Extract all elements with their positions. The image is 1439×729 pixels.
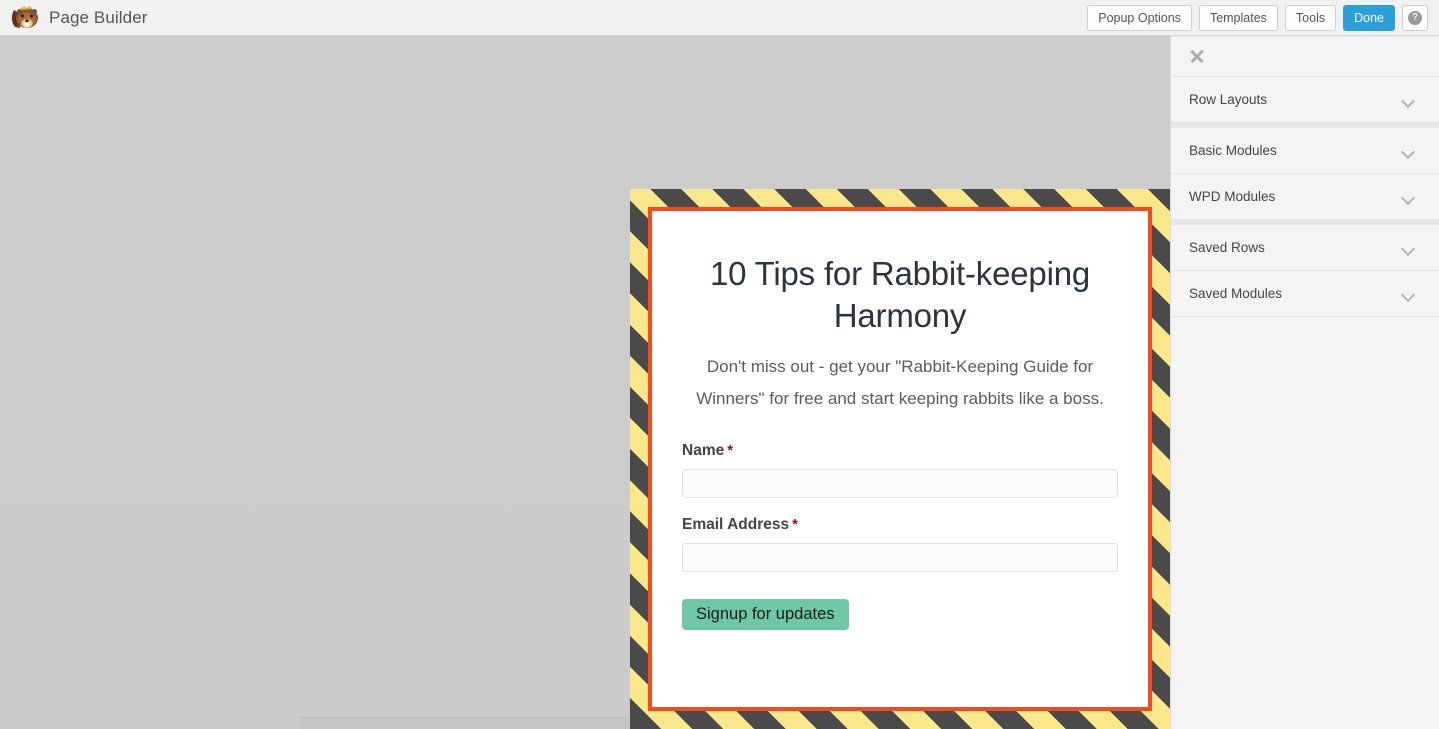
- chevron-down-icon: [1402, 96, 1415, 104]
- tools-button[interactable]: Tools: [1284, 4, 1337, 31]
- sidebar-item-label: Basic Modules: [1189, 143, 1277, 158]
- chevron-down-icon: [1402, 193, 1415, 201]
- email-field-group: Email Address *: [682, 516, 1118, 572]
- sidebar-item-label: Row Layouts: [1189, 92, 1268, 107]
- panel-group-modules: Basic Modules WPD Modules: [1171, 128, 1439, 225]
- panel-group-layouts: Row Layouts: [1171, 77, 1439, 128]
- sidebar-item-label: WPD Modules: [1189, 189, 1276, 204]
- popup-module[interactable]: 10 Tips for Rabbit-keeping Harmony Don't…: [630, 189, 1170, 729]
- name-label-text: Name: [682, 442, 725, 459]
- sidebar-item-saved-modules[interactable]: Saved Modules: [1171, 271, 1439, 317]
- sidebar-item-wpd-modules[interactable]: WPD Modules: [1171, 174, 1439, 220]
- panel-header: [1171, 36, 1439, 77]
- popup-heading: 10 Tips for Rabbit-keeping Harmony: [709, 255, 1091, 334]
- name-label: Name *: [682, 442, 1118, 460]
- brand-area: Page Builder: [0, 4, 148, 32]
- chevron-down-icon: [1402, 290, 1415, 298]
- help-circle-icon: ?: [1408, 10, 1422, 25]
- required-asterisk: *: [727, 442, 734, 459]
- popup-options-button[interactable]: Popup Options: [1087, 4, 1192, 31]
- chevron-down-icon: [1402, 147, 1415, 155]
- templates-button[interactable]: Templates: [1198, 4, 1278, 31]
- sidebar-item-label: Saved Modules: [1189, 286, 1283, 301]
- sidebar-item-label: Saved Rows: [1189, 240, 1265, 255]
- beaver-logo-icon: [11, 5, 38, 28]
- name-field-group: Name *: [682, 442, 1118, 498]
- toolbar-actions: Popup Options Templates Tools Done ?: [1087, 4, 1439, 31]
- signup-submit-button[interactable]: Signup for updates: [682, 599, 849, 630]
- popup-content: 10 Tips for Rabbit-keeping Harmony Don't…: [648, 207, 1152, 711]
- close-x-icon[interactable]: [1189, 48, 1205, 64]
- sidebar-item-row-layouts[interactable]: Row Layouts: [1171, 77, 1439, 123]
- chevron-down-icon: [1402, 244, 1415, 252]
- name-input[interactable]: [682, 469, 1118, 498]
- help-button[interactable]: ?: [1402, 4, 1428, 31]
- app-title: Page Builder: [49, 7, 148, 27]
- signup-form: Name * Email Address * Signup for updates: [682, 442, 1118, 630]
- sidebar-item-basic-modules[interactable]: Basic Modules: [1171, 128, 1439, 174]
- email-input[interactable]: [682, 543, 1118, 572]
- builder-panel: Row Layouts Basic Modules WPD Modules Sa…: [1170, 36, 1439, 729]
- popup-subheading: Don't miss out - get your "Rabbit-Keepin…: [696, 357, 1104, 408]
- panel-group-saved: Saved Rows Saved Modules: [1171, 225, 1439, 317]
- done-button[interactable]: Done: [1343, 4, 1395, 31]
- email-label-text: Email Address: [682, 516, 790, 533]
- email-label: Email Address *: [682, 516, 1118, 534]
- required-asterisk: *: [792, 516, 798, 533]
- app-toolbar: Page Builder Popup Options Templates Too…: [0, 0, 1439, 36]
- sidebar-item-saved-rows[interactable]: Saved Rows: [1171, 225, 1439, 271]
